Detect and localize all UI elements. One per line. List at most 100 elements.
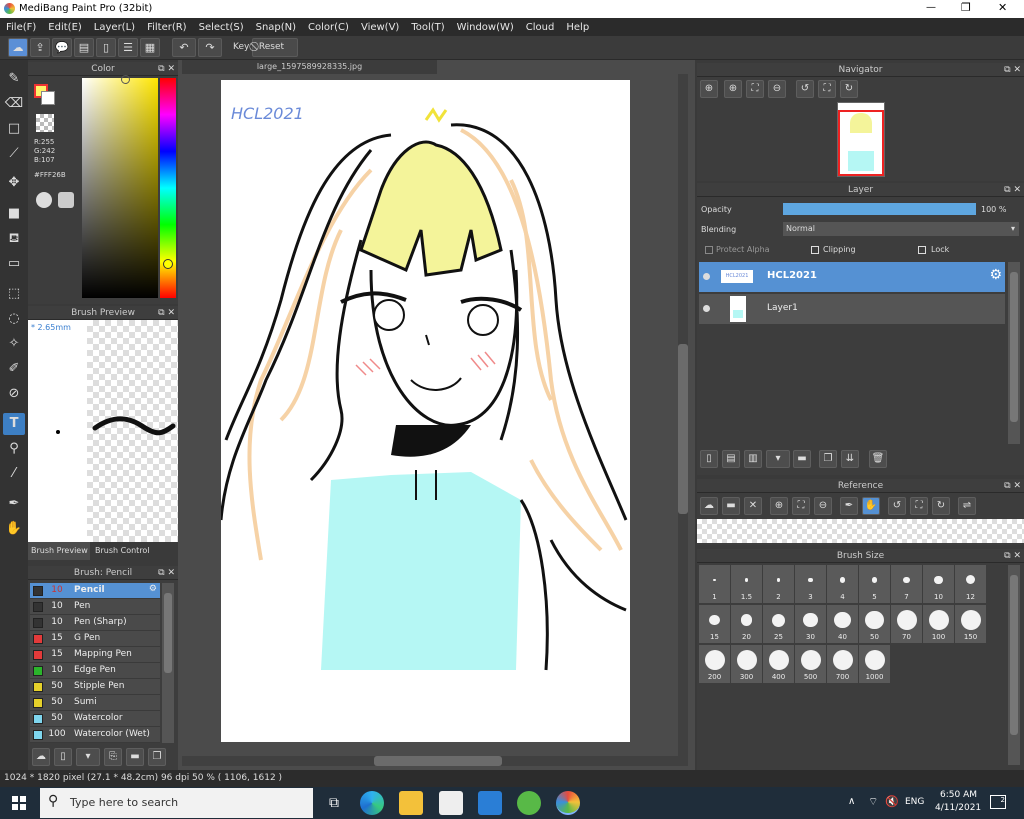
brush-size-cell[interactable]: 20: [731, 605, 762, 643]
color-picker-icon[interactable]: [58, 192, 74, 208]
document-tab[interactable]: large_1597589928335.jpg: [182, 60, 437, 74]
menu-edit[interactable]: Edit(E): [42, 18, 88, 36]
navigator-thumbnail[interactable]: [837, 102, 885, 177]
brush-item[interactable]: 15 Mapping Pen: [30, 647, 160, 663]
panel-close-icon[interactable]: ⧉ ✕: [158, 306, 175, 320]
operation-icon[interactable]: ⚲: [3, 438, 25, 460]
new-8bit-layer-icon[interactable]: ▥: [744, 450, 762, 468]
brush-item[interactable]: 50 Stipple Pen: [30, 679, 160, 695]
hue-handle[interactable]: [163, 259, 173, 269]
menu-tool[interactable]: Tool(T): [405, 18, 450, 36]
brush-size-cell[interactable]: 70: [891, 605, 922, 643]
clock-time[interactable]: 6:50 AM: [940, 790, 977, 800]
brush-size-cell[interactable]: 1: [699, 565, 730, 603]
windows-start-icon[interactable]: [12, 796, 26, 810]
brush-item[interactable]: 15 G Pen: [30, 631, 160, 647]
open-folder-icon[interactable]: ▬: [722, 497, 740, 515]
menu-select[interactable]: Select(S): [193, 18, 250, 36]
brush-size-cell[interactable]: 400: [763, 645, 794, 683]
pen-tool-icon[interactable]: ✎: [3, 68, 25, 90]
brush-item[interactable]: 10 Edge Pen: [30, 663, 160, 679]
text-tool-icon[interactable]: T: [3, 413, 25, 435]
panel-close-icon[interactable]: ⧉ ✕: [1004, 479, 1021, 493]
menu-window[interactable]: Window(W): [451, 18, 520, 36]
volume-icon[interactable]: 🔇: [885, 795, 899, 808]
select-pen-icon[interactable]: ✐: [3, 358, 25, 380]
move-icon[interactable]: ✥: [3, 172, 25, 194]
reset-view-icon[interactable]: ⛶: [818, 80, 836, 98]
brush-list-scrollbar[interactable]: [162, 583, 174, 743]
fill-square-icon[interactable]: ■: [3, 203, 25, 225]
new-halftone-layer-icon[interactable]: ▤: [722, 450, 740, 468]
brush-item[interactable]: 50 Sumi: [30, 695, 160, 711]
brush-size-cell[interactable]: 40: [827, 605, 858, 643]
search-box[interactable]: ⚲ Type here to search: [40, 788, 313, 818]
protect-alpha-checkbox[interactable]: [705, 246, 713, 254]
zoom-in-alt-icon[interactable]: ⊕: [724, 80, 742, 98]
menu-file[interactable]: File(F): [0, 18, 42, 36]
lock-checkbox[interactable]: [918, 246, 926, 254]
canvas-vscrollbar[interactable]: [678, 74, 688, 756]
visibility-icon[interactable]: [703, 273, 710, 280]
brush-item[interactable]: 10 Pen (Sharp): [30, 615, 160, 631]
lasso-icon[interactable]: ◌: [3, 308, 25, 330]
chevron-up-icon[interactable]: ∧: [848, 796, 855, 807]
copy-brush-icon[interactable]: ⎘: [104, 748, 122, 766]
sv-picker-handle[interactable]: [121, 75, 130, 84]
new-layer-icon[interactable]: ▯: [700, 450, 718, 468]
mail-icon[interactable]: [478, 791, 502, 815]
saturation-value-box[interactable]: [82, 78, 158, 298]
brush-size-cell[interactable]: 10: [923, 565, 954, 603]
tab-brush-control[interactable]: Brush Control: [92, 542, 150, 560]
brush-item[interactable]: 50 Watercolor: [30, 711, 160, 727]
panel-close-icon[interactable]: ⧉ ✕: [158, 62, 175, 76]
menu-help[interactable]: Help: [560, 18, 595, 36]
undo-icon[interactable]: ↶: [172, 38, 196, 57]
clipping-checkbox[interactable]: [811, 246, 819, 254]
zoom-out-icon[interactable]: ⊖: [768, 80, 786, 98]
close-reference-icon[interactable]: ✕: [744, 497, 762, 515]
canvas-hscrollbar[interactable]: [182, 756, 688, 766]
brush-item[interactable]: 10 Pen: [30, 599, 160, 615]
speech-bubble-icon[interactable]: ▤: [74, 38, 94, 57]
menu-view[interactable]: View(V): [355, 18, 405, 36]
comment-icon[interactable]: 💬: [52, 38, 72, 57]
language-indicator[interactable]: ENG: [905, 797, 924, 807]
panel-close-icon[interactable]: ⧉ ✕: [1004, 549, 1021, 563]
brush-size-cell[interactable]: 1000: [859, 645, 890, 683]
bucket-icon[interactable]: ⛾: [3, 228, 25, 250]
tab-brush-preview[interactable]: Brush Preview: [28, 542, 90, 560]
eraser-icon[interactable]: ⌫: [3, 93, 25, 115]
brush-size-cell[interactable]: 2: [763, 565, 794, 603]
store-icon[interactable]: [439, 791, 463, 815]
brush-size-cell[interactable]: 100: [923, 605, 954, 643]
brush-size-cell[interactable]: 4: [827, 565, 858, 603]
eyedropper-icon[interactable]: ✒: [840, 497, 858, 515]
merge-down-icon[interactable]: ⇊: [841, 450, 859, 468]
magic-wand-icon[interactable]: ✧: [3, 333, 25, 355]
select-eraser-icon[interactable]: ⊘: [3, 383, 25, 405]
panel-close-icon[interactable]: ⧉ ✕: [1004, 183, 1021, 197]
opacity-slider[interactable]: [783, 203, 976, 215]
cloud-brush-icon[interactable]: ☁: [32, 748, 50, 766]
reset-button[interactable]: ⃠ Reset: [252, 38, 298, 57]
cloud-icon[interactable]: ☁: [8, 38, 28, 57]
menu-layer[interactable]: Layer(L): [88, 18, 141, 36]
gradient-icon[interactable]: ▭: [3, 253, 25, 275]
brush-size-cell[interactable]: 1.5: [731, 565, 762, 603]
brush-size-cell[interactable]: 30: [795, 605, 826, 643]
brush-size-cell[interactable]: 12: [955, 565, 986, 603]
blending-select[interactable]: Normal ▾: [783, 222, 1019, 236]
menu-filter[interactable]: Filter(R): [141, 18, 193, 36]
task-view-icon[interactable]: ⧉: [322, 791, 346, 815]
menu-cloud[interactable]: Cloud: [520, 18, 561, 36]
layer-row[interactable]: Layer1: [699, 294, 1005, 324]
brush-item[interactable]: 100 Watercolor (Wet): [30, 727, 160, 743]
line-icon[interactable]: ⟋: [3, 143, 25, 165]
fit-icon[interactable]: ⛶: [792, 497, 810, 515]
brush-size-cell[interactable]: 3: [795, 565, 826, 603]
zoom-in-icon[interactable]: ⊕: [700, 80, 718, 98]
brush-size-cell[interactable]: 5: [859, 565, 890, 603]
visibility-icon[interactable]: [703, 305, 710, 312]
gear-icon[interactable]: ⚙: [989, 267, 1002, 283]
